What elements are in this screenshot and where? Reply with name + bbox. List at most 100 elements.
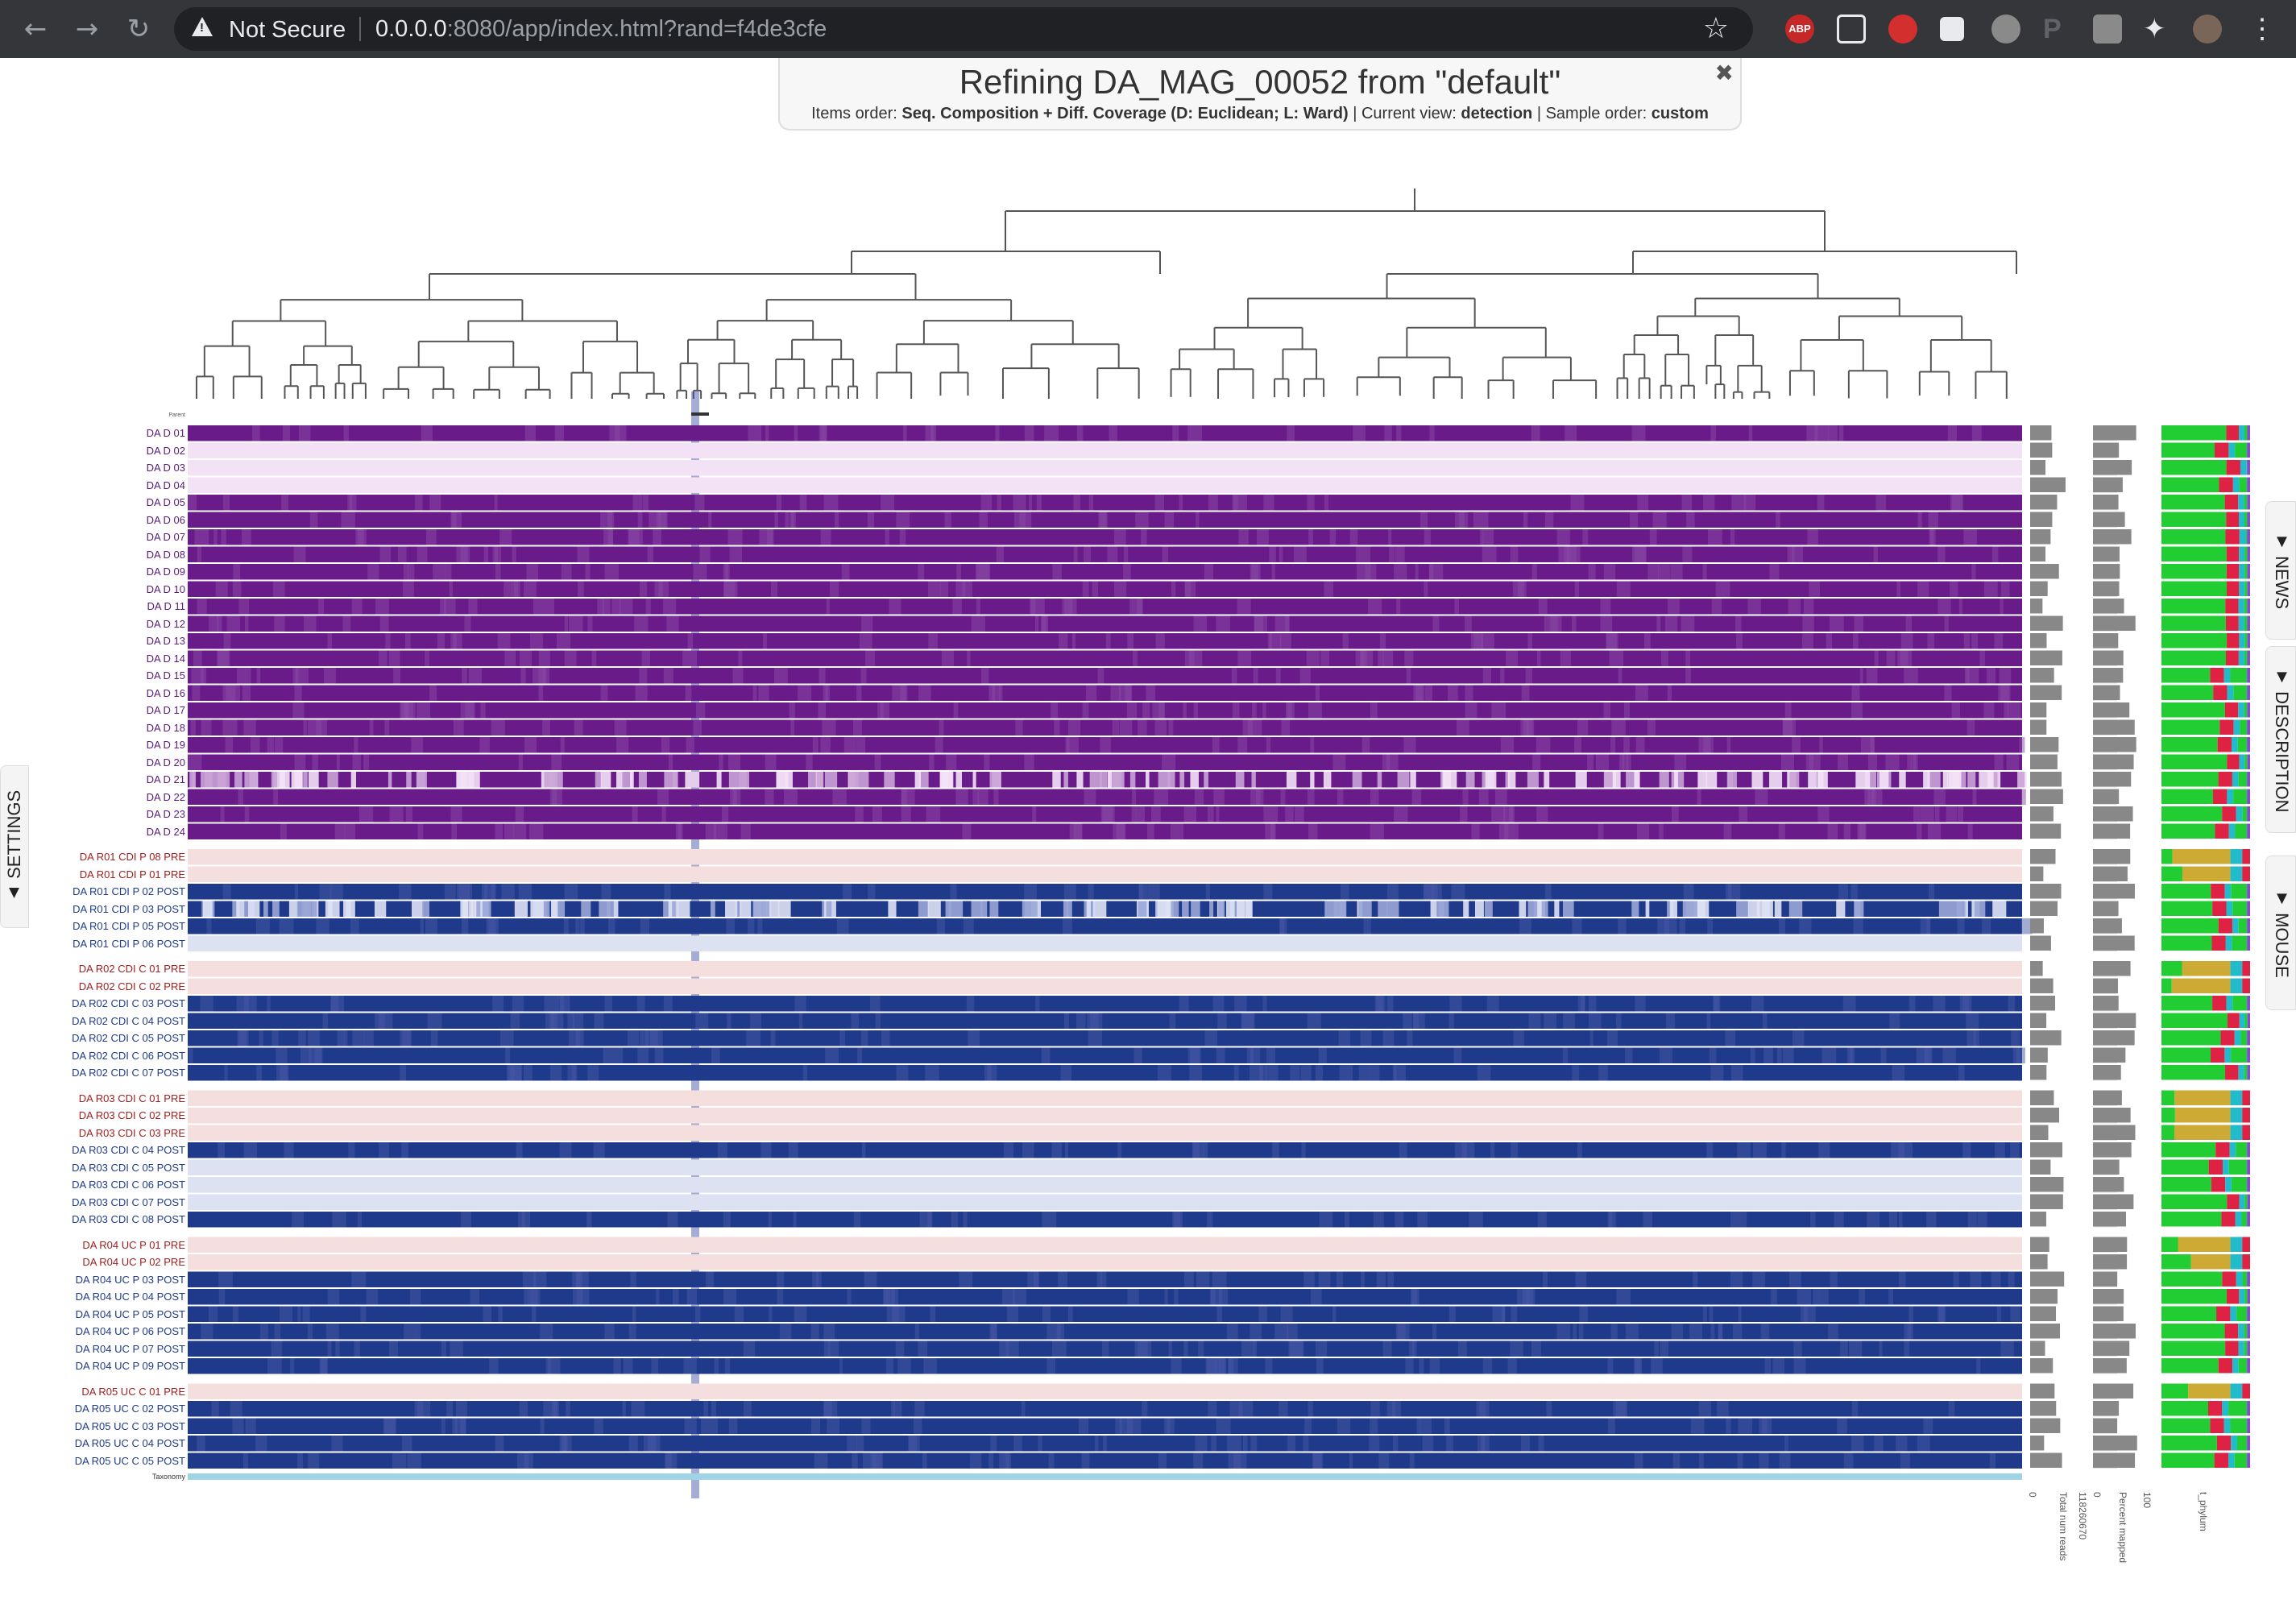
sample-label[interactable]: DA R04 UC P 09 POST	[0, 1360, 185, 1373]
phylum-segment	[2231, 1047, 2248, 1063]
sample-label[interactable]: DA R02 CDI C 01 PRE	[0, 963, 185, 976]
sample-label[interactable]: DA D 21	[0, 773, 185, 786]
sample-label[interactable]: DA R03 CDI C 06 POST	[0, 1179, 185, 1191]
heatmap-cell	[653, 529, 661, 545]
heatmap-cell	[2000, 685, 2009, 701]
sample-label[interactable]: DA R05 UC C 03 POST	[0, 1420, 185, 1433]
sample-label[interactable]: DA R03 CDI C 03 PRE	[0, 1127, 185, 1140]
sample-label[interactable]: DA D 22	[0, 791, 185, 804]
sample-label[interactable]: DA R04 UC P 01 PRE	[0, 1239, 185, 1252]
sample-label[interactable]: DA D 16	[0, 687, 185, 700]
heatmap-cell	[1874, 1436, 1884, 1452]
heatmap-cell	[1611, 719, 1626, 735]
sample-label[interactable]: DA R04 UC P 02 PRE	[0, 1256, 185, 1269]
heatmap-cell	[678, 823, 682, 839]
heatmap-cell	[1572, 1065, 1580, 1081]
sample-label[interactable]: DA R01 CDI P 01 PRE	[0, 868, 185, 881]
sample-label[interactable]: DA D 04	[0, 479, 185, 492]
sample-label[interactable]: DA D 17	[0, 704, 185, 717]
sample-label[interactable]: DA D 05	[0, 496, 185, 509]
heatmap-cell	[547, 1358, 552, 1374]
sample-label[interactable]: DA R02 CDI C 05 POST	[0, 1032, 185, 1045]
sample-label[interactable]: DA D 23	[0, 808, 185, 821]
sample-label[interactable]: DA R04 UC P 04 POST	[0, 1291, 185, 1303]
heatmap-cell	[1125, 685, 1132, 701]
anvio-display[interactable]	[0, 0, 2296, 1616]
sample-label[interactable]: DA R04 UC P 03 POST	[0, 1274, 185, 1287]
phylum-segment	[2240, 1030, 2248, 1046]
sample-label[interactable]: DA D 08	[0, 549, 185, 561]
sample-label[interactable]: DA D 03	[0, 462, 185, 474]
total-reads-bar	[2030, 685, 2062, 700]
sample-label[interactable]: DA D 15	[0, 669, 185, 682]
sample-label[interactable]: DA D 07	[0, 531, 185, 544]
sample-label[interactable]: DA D 10	[0, 583, 185, 596]
sample-label[interactable]: DA D 24	[0, 826, 185, 839]
sample-label[interactable]: DA D 19	[0, 739, 185, 752]
sample-label[interactable]: DA R05 UC C 04 POST	[0, 1437, 185, 1450]
sample-label[interactable]: DA D 01	[0, 427, 185, 440]
sample-label[interactable]: DA R02 CDI C 07 POST	[0, 1067, 185, 1079]
heatmap-cell	[189, 1047, 193, 1063]
sample-label[interactable]: DA R01 CDI P 02 POST	[0, 885, 185, 898]
heatmap-cell	[746, 1030, 760, 1046]
heatmap-cell	[1686, 512, 1695, 528]
heatmap-cell	[1413, 1013, 1425, 1029]
sample-label[interactable]: DA R02 CDI C 04 POST	[0, 1015, 185, 1028]
sample-label[interactable]: DA D 02	[0, 445, 185, 458]
heatmap-cell	[518, 754, 523, 770]
sample-label[interactable]: DA D 09	[0, 566, 185, 578]
sample-label[interactable]: DA R04 UC P 05 POST	[0, 1308, 185, 1321]
sample-label[interactable]: DA R02 CDI C 02 PRE	[0, 980, 185, 993]
heatmap-cell	[1051, 702, 1059, 719]
sample-label[interactable]: DA R01 CDI P 06 POST	[0, 938, 185, 951]
heatmap-cell	[1843, 1452, 1854, 1469]
phylum-segment	[2247, 581, 2250, 596]
sample-label[interactable]: DA R03 CDI C 08 POST	[0, 1213, 185, 1226]
sample-label[interactable]: DA D 11	[0, 600, 185, 613]
heatmap-cell	[1147, 884, 1160, 900]
phylum-segment	[2238, 918, 2248, 934]
total-reads-bar	[2030, 884, 2062, 899]
sample-label[interactable]: DA R03 CDI C 05 POST	[0, 1162, 185, 1175]
sample-label[interactable]: DA R03 CDI C 07 POST	[0, 1196, 185, 1209]
sample-label[interactable]: DA D 13	[0, 635, 185, 648]
sample-label[interactable]: DA R03 CDI C 02 PRE	[0, 1109, 185, 1122]
sample-label[interactable]: DA R02 CDI C 06 POST	[0, 1050, 185, 1063]
sample-label[interactable]: DA R01 CDI P 03 POST	[0, 903, 185, 916]
heatmap-cell	[918, 564, 925, 580]
heatmap-cell	[808, 772, 818, 788]
sample-label[interactable]: DA R02 CDI C 03 POST	[0, 997, 185, 1010]
phylum-segment	[2238, 702, 2244, 718]
heatmap-cell	[499, 529, 512, 545]
heatmap-cell	[479, 737, 490, 753]
sample-label[interactable]: DA D 20	[0, 756, 185, 769]
sample-label[interactable]: DA D 06	[0, 514, 185, 527]
heatmap-cell	[939, 719, 944, 735]
heatmap-cell	[1634, 772, 1640, 788]
heatmap-cell	[673, 1289, 679, 1305]
heatmap-cell	[1482, 529, 1494, 545]
sample-label[interactable]: DA R05 UC C 05 POST	[0, 1455, 185, 1468]
sample-label[interactable]: DA R04 UC P 07 POST	[0, 1343, 185, 1356]
sample-label[interactable]: DA R05 UC C 02 POST	[0, 1403, 185, 1415]
sample-label[interactable]: DA R04 UC P 06 POST	[0, 1325, 185, 1338]
sample-label[interactable]: DA R01 CDI P 05 POST	[0, 920, 185, 933]
sample-label[interactable]: DA D 14	[0, 653, 185, 665]
phylum-segment	[2161, 1159, 2209, 1175]
heatmap-cell	[1051, 1142, 1063, 1158]
sample-label[interactable]: DA R03 CDI C 01 PRE	[0, 1092, 185, 1105]
heatmap-cell	[510, 1013, 520, 1029]
heatmap-cell	[1938, 1306, 1945, 1322]
sample-label[interactable]: DA R03 CDI C 04 POST	[0, 1144, 185, 1157]
phylum-segment	[2247, 702, 2250, 718]
sample-label[interactable]: DA D 18	[0, 722, 185, 735]
heatmap-cell	[1760, 1324, 1770, 1340]
sample-label[interactable]: DA R05 UC C 01 PRE	[0, 1386, 185, 1398]
heatmap-cell	[1942, 1047, 1956, 1063]
sample-label[interactable]: DA D 12	[0, 618, 185, 631]
heatmap-cell	[327, 1340, 332, 1357]
sample-label[interactable]: DA R01 CDI P 08 PRE	[0, 851, 185, 864]
heatmap-cell	[308, 1030, 320, 1046]
heatmap-cell	[343, 425, 349, 441]
